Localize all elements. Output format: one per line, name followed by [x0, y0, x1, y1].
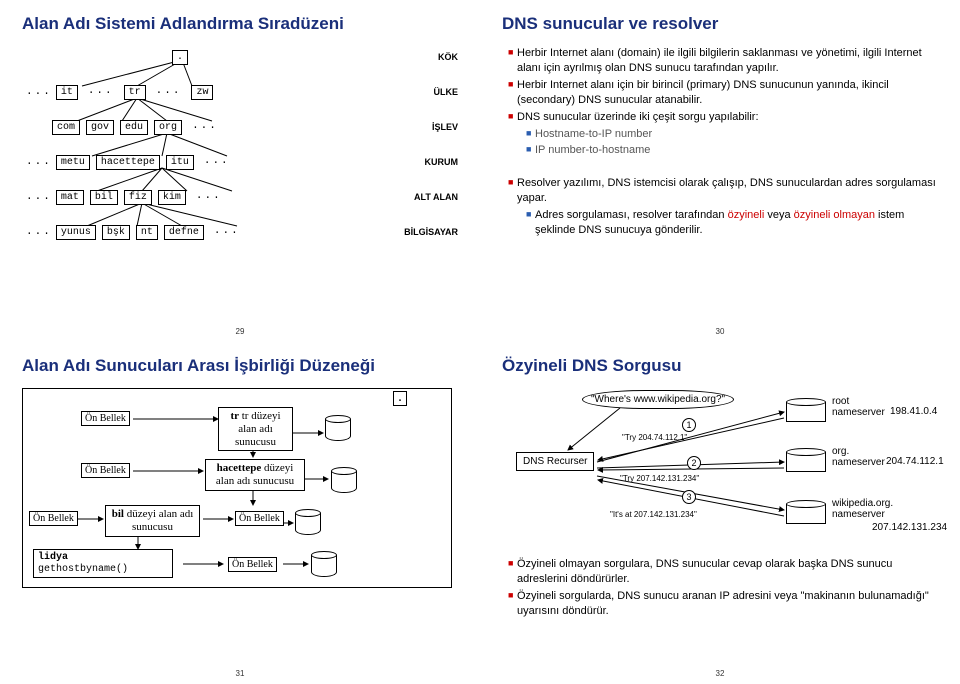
bullet-text: Özyineli sorgularda, DNS sunucu aranan I…: [517, 589, 938, 619]
nameserver-icon: [786, 500, 826, 526]
bullet-icon: [508, 110, 517, 125]
ns-ip: 204.74.112.1: [886, 456, 944, 467]
slide-32: Özyineli DNS Sorgusu "Where's www.wikipe…: [480, 342, 960, 684]
bullet-icon: [508, 176, 517, 206]
slide-29: Alan Adı Sistemi Adlandırma Sıradüzeni .…: [0, 0, 480, 342]
server-bil: bil düzeyi alan adı sunucusu: [105, 505, 200, 536]
dns-hierarchy-tree: . KÖK ... it ... tr ... zw ÜLKE com: [22, 46, 458, 246]
step-badge: 2: [687, 456, 701, 470]
slide-title: Özyineli DNS Sorgusu: [502, 356, 938, 376]
disk-icon: [331, 467, 357, 495]
level-label: İŞLEV: [412, 122, 458, 132]
tree-node: bşk: [102, 225, 130, 240]
server-tr: tr tr düzeyi alan adı sunucusu: [218, 407, 293, 451]
ns-label: org.nameserver: [832, 446, 885, 468]
tree-node: bil: [90, 190, 118, 205]
tree-node: yunus: [56, 225, 96, 240]
reply-text: "It's at 207.142.131.234": [610, 510, 697, 519]
slide-31: Alan Adı Sunucuları Arası İşbirliği Düze…: [0, 342, 480, 684]
disk-icon: [295, 509, 321, 537]
page-number: 29: [236, 327, 245, 336]
tree-node: nt: [136, 225, 158, 240]
tree-node: org: [154, 120, 182, 135]
cache-box: Ön Bellek: [228, 557, 277, 572]
tree-node: .: [172, 50, 188, 65]
ns-label: rootnameserver: [832, 396, 885, 418]
cache-box: Ön Bellek: [81, 411, 130, 426]
dns-recurser-box: DNS Recurser: [516, 452, 594, 471]
bullet-text: Adres sorgulaması, resolver tarafından ö…: [535, 208, 938, 238]
reply-text: "Try 204.74.112.1": [622, 433, 687, 442]
ns-ip: 207.142.131.234: [872, 522, 947, 533]
tree-node: zw: [191, 85, 213, 100]
bullet-icon: [508, 589, 517, 619]
page-number: 30: [716, 327, 725, 336]
bullet-icon: [526, 127, 535, 142]
bullet-icon: [526, 143, 535, 158]
tree-node: edu: [120, 120, 148, 135]
tree-ellipsis: ...: [22, 86, 56, 98]
tree-node: gov: [86, 120, 114, 135]
bullet-text: Özyineli olmayan sorgulara, DNS sunucula…: [517, 557, 938, 587]
bullet-text: DNS sunucular üzerinde iki çeşit sorgu y…: [517, 110, 938, 125]
slide-title: DNS sunucular ve resolver: [502, 14, 938, 34]
query-bubble: "Where's www.wikipedia.org?": [582, 390, 734, 409]
disk-icon: [325, 415, 351, 443]
bullet-text: Herbir Internet alanı için bir birincil …: [517, 78, 938, 108]
page-number: 32: [716, 669, 725, 678]
level-label: ALT ALAN: [394, 192, 458, 202]
ns-label: wikipedia.org.nameserver: [832, 498, 893, 520]
tree-node: fiz: [124, 190, 152, 205]
dns-cooperation-diagram: . Ön Bellek tr tr düzeyi alan adı sunucu…: [22, 388, 452, 588]
slide-title: Alan Adı Sistemi Adlandırma Sıradüzeni: [22, 14, 458, 34]
slide-30: DNS sunucular ve resolver Herbir Interne…: [480, 0, 960, 342]
tree-node: defne: [164, 225, 204, 240]
tree-node: mat: [56, 190, 84, 205]
level-label: KÖK: [418, 52, 458, 62]
tree-node: com: [52, 120, 80, 135]
step-badge: 1: [682, 418, 696, 432]
tree-node: it: [56, 85, 78, 100]
tree-node: metu: [56, 155, 90, 170]
reply-text: "Try 207.142.131.234": [620, 474, 699, 483]
tree-node: tr: [124, 85, 146, 100]
level-label: KURUM: [405, 157, 459, 167]
level-label: ÜLKE: [414, 87, 459, 97]
bullet-icon: [508, 78, 517, 108]
level-label: BİLGİSAYAR: [384, 227, 458, 237]
cache-box: Ön Bellek: [81, 463, 130, 478]
bullet-icon: [526, 208, 535, 238]
disk-icon: [311, 551, 337, 579]
bullet-text: Hostname-to-IP number: [535, 127, 938, 142]
nameserver-icon: [786, 398, 826, 424]
ns-ip: 198.41.0.4: [890, 406, 937, 417]
recursive-dns-diagram: "Where's www.wikipedia.org?" DNS Recurse…: [502, 388, 932, 543]
page-number: 31: [236, 669, 245, 678]
nameserver-icon: [786, 448, 826, 474]
client-box: lidyagethostbyname(): [33, 549, 173, 578]
cache-box: Ön Bellek: [29, 511, 78, 526]
root-dot: .: [393, 391, 407, 406]
slide-title: Alan Adı Sunucuları Arası İşbirliği Düze…: [22, 356, 458, 376]
tree-node: hacettepe: [96, 155, 160, 170]
bullet-text: Resolver yazılımı, DNS istemcisi olarak …: [517, 176, 938, 206]
bullet-text: IP number-to-hostname: [535, 143, 938, 158]
bullet-text: Herbir Internet alanı (domain) ile ilgil…: [517, 46, 938, 76]
tree-node: itu: [166, 155, 194, 170]
step-badge: 3: [682, 490, 696, 504]
bullet-icon: [508, 46, 517, 76]
tree-node: kim: [158, 190, 186, 205]
cache-box: Ön Bellek: [235, 511, 284, 526]
bullet-icon: [508, 557, 517, 587]
server-hacettepe: hacettepe düzeyi alan adı sunucusu: [205, 459, 305, 490]
